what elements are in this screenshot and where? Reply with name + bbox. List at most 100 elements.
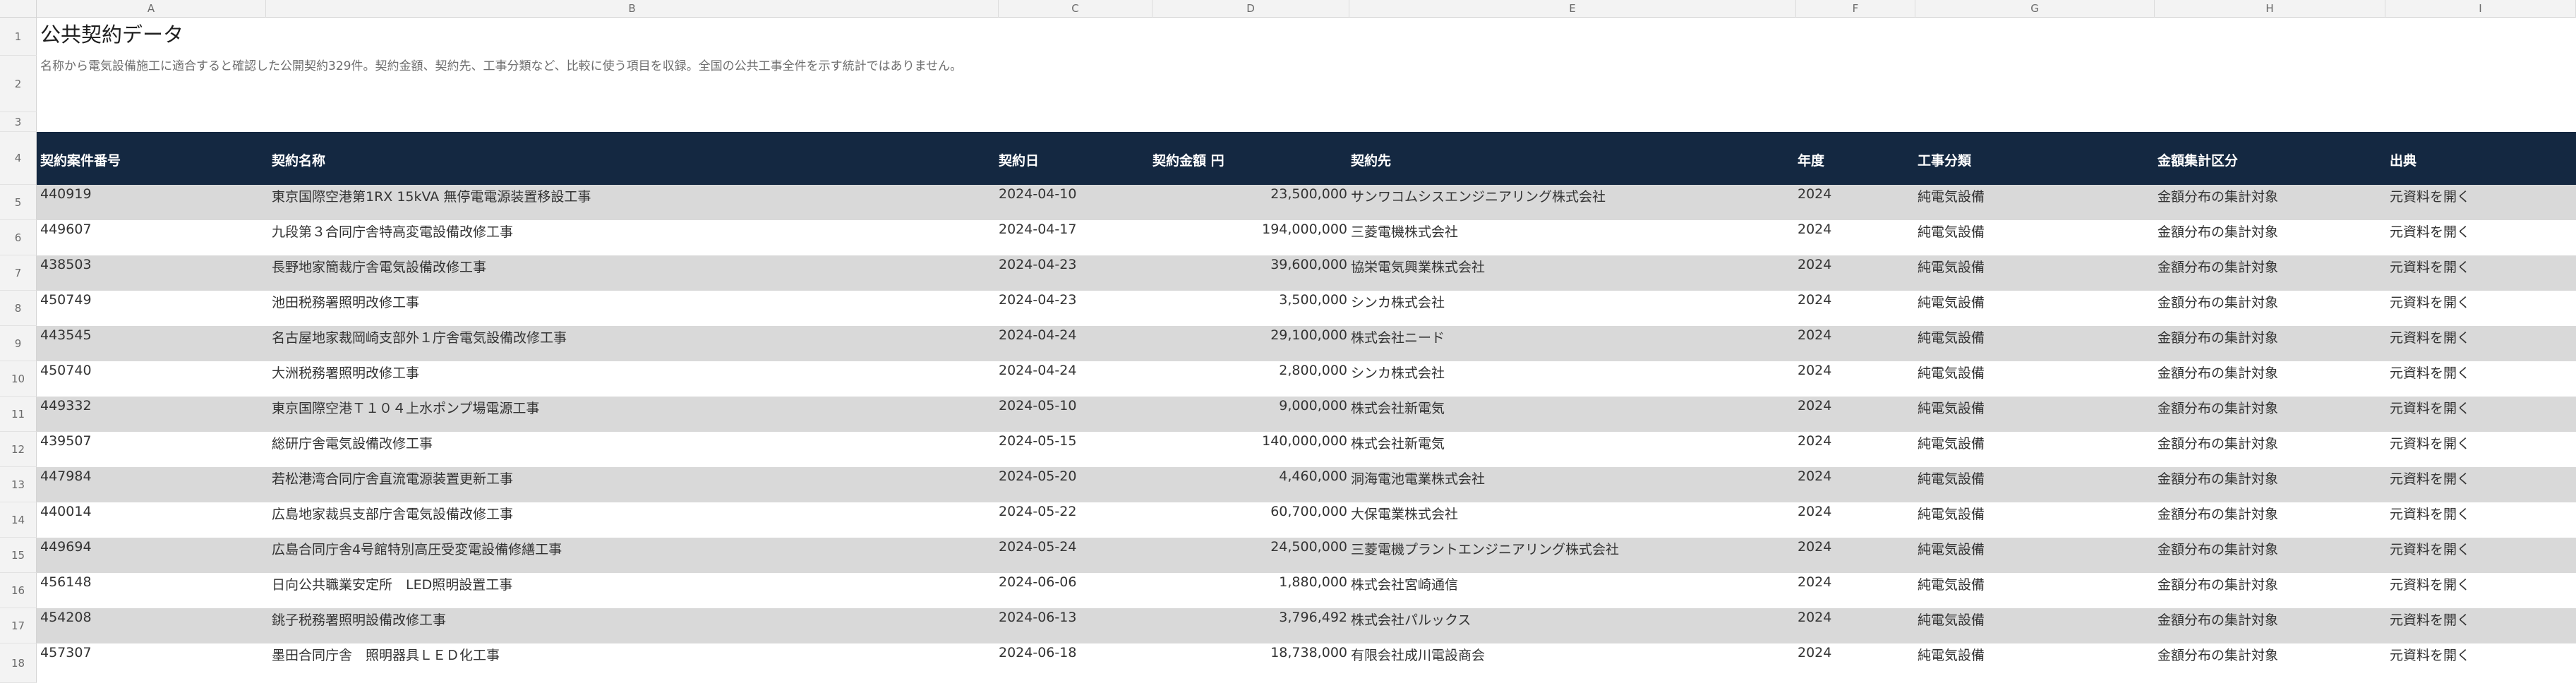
cell-contractor: 株式会社新電気 [1351,436,1445,452]
cell-contractor: 三菱電機株式会社 [1351,224,1459,240]
cell-contract-name: 墨田合同庁舎 照明器具ＬＥＤ化工事 [272,648,500,663]
source-link[interactable]: 元資料を開く [2390,504,2470,523]
cell-fiscal-year: 2024 [1798,645,1832,660]
row-header-16[interactable]: 16 [0,573,37,608]
header-aggregation[interactable]: 金額集計区分 [2157,150,2238,169]
cell-fiscal-year: 2024 [1798,433,1832,449]
select-all-corner[interactable] [0,0,37,18]
source-link[interactable]: 元資料を開く [2390,222,2470,241]
cell-category: 純電気設備 [1918,648,1985,663]
row-header-7[interactable]: 7 [0,255,37,291]
cell-contract-id: 439507 [40,433,92,449]
cell-aggregation: 金額分布の集計対象 [2157,401,2279,416]
source-link[interactable]: 元資料を開く [2390,257,2470,276]
row-header-5[interactable]: 5 [0,185,37,220]
cell-contract-date: 2024-04-17 [999,222,1077,237]
cell-contract-name: 若松港湾合同庁舎直流電源装置更新工事 [272,471,514,487]
source-link[interactable]: 元資料を開く [2390,574,2470,593]
row-header-9[interactable]: 9 [0,326,37,361]
column-header-f[interactable]: F [1796,0,1915,18]
cell-fiscal-year: 2024 [1798,327,1832,343]
row-header-3[interactable]: 3 [0,112,37,132]
column-header-b[interactable]: B [266,0,999,18]
cell-contract-id: 456148 [40,574,92,590]
header-fiscal-year[interactable]: 年度 [1798,150,1824,169]
row-header-17[interactable]: 17 [0,608,37,643]
source-link[interactable]: 元資料を開く [2390,610,2470,629]
cell-contract-date: 2024-06-18 [999,645,1077,660]
cell-fiscal-year: 2024 [1798,257,1832,272]
row-header-15[interactable]: 15 [0,538,37,573]
cell-fiscal-year: 2024 [1798,186,1832,202]
cell-contract-id: 450740 [40,363,92,378]
column-header-e[interactable]: E [1349,0,1796,18]
cell-contract-date: 2024-05-22 [999,504,1077,519]
cell-amount: 1,880,000 [1279,574,1347,590]
cell-contract-id: 449694 [40,539,92,555]
header-category[interactable]: 工事分類 [1918,150,1971,169]
row-header-11[interactable]: 11 [0,397,37,432]
header-source[interactable]: 出典 [2390,150,2416,169]
cell-contract-name: 総研庁舎電気設備改修工事 [272,436,433,452]
row-header-14[interactable]: 14 [0,502,37,538]
cell-aggregation: 金額分布の集計対象 [2157,189,2279,205]
cell-contractor: 株式会社パルックス [1351,612,1471,628]
column-header-i[interactable]: I [2385,0,2576,18]
source-link[interactable]: 元資料を開く [2390,292,2470,311]
source-link[interactable]: 元資料を開く [2390,645,2470,664]
cell-contractor: 株式会社ニード [1351,330,1445,346]
cell-fiscal-year: 2024 [1798,292,1832,308]
source-link[interactable]: 元資料を開く [2390,363,2470,382]
row-header-1[interactable]: 1 [0,18,37,56]
cell-aggregation: 金額分布の集計対象 [2157,577,2279,593]
row-header-18[interactable]: 18 [0,643,37,683]
cell-contract-id: 450749 [40,292,92,308]
source-link[interactable]: 元資料を開く [2390,327,2470,346]
row-header-2[interactable]: 2 [0,56,37,112]
cell-aggregation: 金額分布の集計対象 [2157,330,2279,346]
cell-fiscal-year: 2024 [1798,574,1832,590]
cell-category: 純電気設備 [1918,401,1985,416]
row-header-10[interactable]: 10 [0,361,37,397]
cell-amount: 9,000,000 [1279,398,1347,413]
row-header-6[interactable]: 6 [0,220,37,255]
cell-contract-id: 457307 [40,645,92,660]
cell-category: 純電気設備 [1918,542,1985,557]
column-header-a[interactable]: A [37,0,266,18]
header-contract-date[interactable]: 契約日 [999,150,1039,169]
cell-aggregation: 金額分布の集計対象 [2157,436,2279,452]
cell-aggregation: 金額分布の集計対象 [2157,224,2279,240]
cell-amount: 3,500,000 [1279,292,1347,308]
source-link[interactable]: 元資料を開く [2390,186,2470,205]
cell-contract-name: 九段第３合同庁舎特高変電設備改修工事 [272,224,514,240]
cell-contract-name: 広島合同庁舎4号館特別高圧受変電設備修繕工事 [272,542,562,557]
source-link[interactable]: 元資料を開く [2390,539,2470,558]
cell-contract-date: 2024-04-24 [999,363,1077,378]
header-amount[interactable]: 契約金額 円 [1152,150,1224,169]
source-link[interactable]: 元資料を開く [2390,433,2470,452]
row-header-12[interactable]: 12 [0,432,37,467]
row-header-13[interactable]: 13 [0,467,37,502]
cell-contract-id: 454208 [40,610,92,625]
header-contractor[interactable]: 契約先 [1351,150,1391,169]
column-header-h[interactable]: H [2155,0,2385,18]
header-contract-id[interactable]: 契約案件番号 [40,150,121,169]
column-header-g[interactable]: G [1915,0,2155,18]
cell-contract-id: 449332 [40,398,92,413]
cell-aggregation: 金額分布の集計対象 [2157,365,2279,381]
cell-contractor: サンワコムシスエンジニアリング株式会社 [1351,189,1606,205]
row-header-8[interactable]: 8 [0,291,37,326]
cell-fiscal-year: 2024 [1798,469,1832,484]
column-header-d[interactable]: D [1152,0,1349,18]
cell-contract-date: 2024-06-13 [999,610,1077,625]
column-header-c[interactable]: C [999,0,1152,18]
row-header-4[interactable]: 4 [0,132,37,185]
source-link[interactable]: 元資料を開く [2390,398,2470,417]
cell-category: 純電気設備 [1918,260,1985,275]
header-contract-name[interactable]: 契約名称 [272,150,325,169]
cell-contractor: 株式会社新電気 [1351,401,1445,416]
cell-contract-name: 池田税務署照明改修工事 [272,295,420,310]
source-link[interactable]: 元資料を開く [2390,469,2470,488]
cell-category: 純電気設備 [1918,507,1985,522]
cell-contract-name: 大洲税務署照明改修工事 [272,365,420,381]
